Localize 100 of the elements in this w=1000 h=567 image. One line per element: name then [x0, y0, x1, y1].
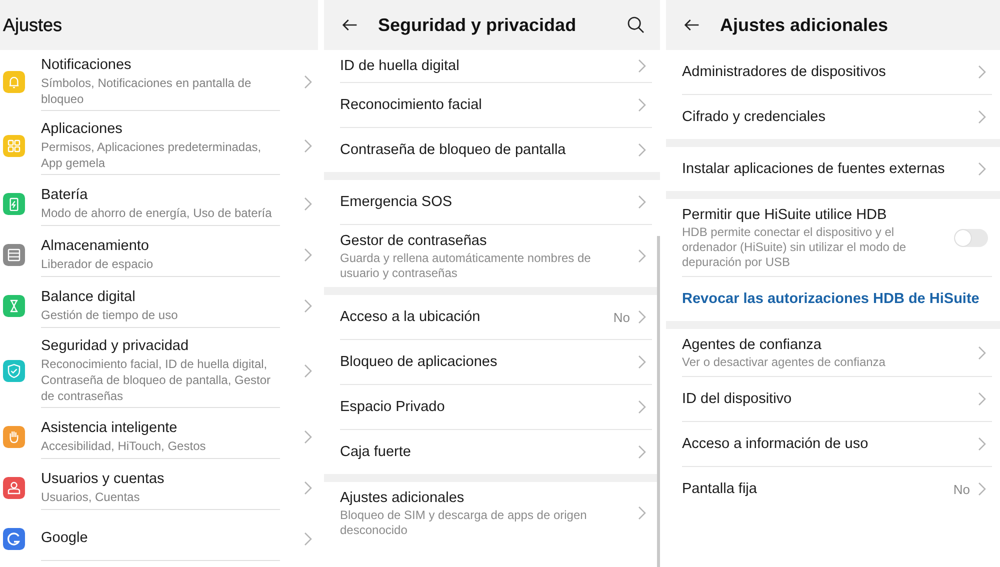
settings-row[interactable]: Reconocimiento facial — [340, 83, 652, 128]
chevron-icon — [638, 143, 646, 157]
item-subtitle: Bloqueo de SIM y descarga de apps de origen desconocido — [340, 508, 588, 538]
chevron-icon — [304, 139, 312, 153]
item-subtitle: Accesibilidad, HiTouch, Gestos — [41, 438, 207, 454]
item-title: Balance digital — [41, 288, 136, 306]
settings-row[interactable]: Acceso a la ubicación No — [340, 295, 652, 340]
item-title: Administradores de dispositivos — [682, 63, 887, 82]
chevron-icon — [638, 400, 646, 414]
item-title: Caja fuerte — [340, 443, 412, 462]
settings-row[interactable]: Google — [41, 516, 280, 561]
settings-row[interactable]: Batería Modo de ahorro de energía, Uso de batería — [41, 181, 280, 226]
item-title: Google — [41, 528, 89, 548]
settings-row[interactable]: Acceso a información de uso — [682, 422, 992, 467]
settings-row[interactable]: Emergencia SOS — [340, 180, 652, 225]
item-subtitle: Modo de ahorro de energía, Uso de batería — [41, 204, 273, 220]
item-subtitle: Símbolos, Notificaciones en pantalla de bloqueo — [41, 75, 252, 107]
chevron-icon — [978, 392, 986, 406]
chevron-icon — [638, 249, 646, 263]
item-title: Acceso a la ubicación — [340, 308, 482, 327]
item-title: Pantalla fija — [682, 480, 758, 499]
item-title: Espacio Privado — [340, 398, 446, 417]
item-subtitle: Liberador de espacio — [41, 256, 154, 272]
item-value: No — [953, 482, 970, 496]
item-title: Reconocimiento facial — [340, 96, 483, 115]
settings-row[interactable]: Seguridad y privacidad Reconocimiento facial, ID de huella digital, Contraseña de bloqueo de pantalla, Gestor de contraseñas — [41, 334, 280, 408]
item-subtitle: Guarda y rellena automáticamente nombres de usuario y contraseñas — [340, 251, 592, 281]
item-title: Agentes de confianza — [682, 336, 822, 355]
chevron-icon — [978, 346, 986, 360]
settings-row[interactable]: Almacenamiento Liberador de espacio — [41, 232, 280, 277]
chevron-icon — [638, 445, 646, 459]
settings-row[interactable]: Agentes de confianza Ver o desactivar agentes de confianza — [682, 329, 992, 377]
item-title: Bloqueo de aplicaciones — [340, 353, 498, 372]
item-title: Instalar aplicaciones de fuentes externas — [682, 160, 946, 179]
item-title: Usuarios y cuentas — [41, 470, 166, 488]
chevron-icon — [304, 480, 312, 494]
settings-row[interactable]: Notificaciones Símbolos, Notificaciones en pantalla de bloqueo — [41, 53, 280, 111]
settings-row[interactable]: Cifrado y credenciales — [682, 95, 992, 139]
chevron-icon — [638, 98, 646, 112]
item-subtitle: Permisos, Aplicaciones predeterminadas, App gemela — [41, 139, 262, 171]
settings-row[interactable]: ID del dispositivo — [682, 377, 992, 422]
item-title: Seguridad y privacidad — [41, 337, 190, 356]
item-subtitle: Usuarios, Cuentas — [41, 488, 141, 504]
chevron-icon — [638, 195, 646, 209]
item-title: ID de huella digital — [340, 57, 460, 76]
chevron-icon — [638, 506, 646, 520]
item-title: Permitir que HiSuite utilice HDB — [682, 206, 888, 225]
chevron-icon — [304, 532, 312, 546]
chevron-icon — [304, 196, 312, 210]
settings-row[interactable]: Ajustes adicionales Bloqueo de SIM y descarga de apps de origen desconocido — [340, 482, 652, 544]
item-title: Contraseña de bloqueo de pantalla — [340, 141, 567, 160]
item-subtitle: Ver o desactivar agentes de confianza — [682, 355, 886, 370]
item-subtitle: Reconocimiento facial, ID de huella digital, Contraseña de bloqueo de pantalla, Gestor de contraseñas — [41, 356, 272, 404]
settings-row[interactable]: Asistencia inteligente Accesibilidad, HiTouch, Gestos — [41, 414, 280, 459]
chevron-icon — [638, 59, 646, 73]
settings-row[interactable]: Gestor de contraseñas Guarda y rellena automáticamente nombres de usuario y contraseñas — [340, 225, 652, 287]
screen-title: Ajustes adicionales — [720, 14, 888, 36]
settings-row[interactable]: Caja fuerte — [340, 430, 652, 474]
chevron-icon — [978, 482, 986, 496]
screen-title: Ajustes — [3, 14, 62, 36]
chevron-icon — [304, 298, 312, 312]
item-title: Gestor de contraseñas — [340, 232, 488, 251]
settings-row[interactable]: Aplicaciones Permisos, Aplicaciones predeterminadas, App gemela — [41, 117, 280, 175]
item-title: ID del dispositivo — [682, 390, 793, 409]
item-subtitle: Gestión de tiempo de uso — [41, 306, 179, 322]
settings-row[interactable]: ID de huella digital — [340, 50, 652, 83]
settings-row[interactable]: Balance digital Gestión de tiempo de uso — [41, 283, 280, 328]
item-title: Batería — [41, 186, 89, 204]
settings-row[interactable]: Usuarios y cuentas Usuarios, Cuentas — [41, 465, 280, 510]
item-title: Emergencia SOS — [340, 193, 454, 212]
settings-row[interactable]: Revocar las autorizaciones HDB de HiSuite — [682, 277, 992, 321]
item-title: Almacenamiento — [41, 236, 150, 256]
settings-row[interactable]: Instalar aplicaciones de fuentes externas — [682, 147, 992, 191]
chevron-icon — [978, 65, 986, 79]
link[interactable]: Revocar las autorizaciones HDB de HiSuite — [682, 289, 992, 309]
item-title: Notificaciones — [41, 56, 132, 75]
chevron-icon — [304, 364, 312, 378]
item-title: Cifrado y credenciales — [682, 108, 826, 127]
settings-row[interactable]: Administradores de dispositivos — [682, 50, 992, 95]
settings-row[interactable]: Espacio Privado — [340, 385, 652, 430]
item-title: Ajustes adicionales — [340, 489, 466, 508]
settings-row[interactable]: Bloqueo de aplicaciones — [340, 340, 652, 385]
item-subtitle: HDB permite conectar el dispositivo y el ordenador (HiSuite) sin utilizar el modo de depuración por USB — [682, 225, 908, 270]
search-icon[interactable] — [626, 15, 646, 35]
chevron-icon — [638, 310, 646, 324]
chevron-icon — [978, 110, 986, 124]
item-title: Acceso a información de uso — [682, 435, 870, 454]
screen-title: Seguridad y privacidad — [378, 14, 576, 36]
chevron-icon — [978, 162, 986, 176]
settings-row[interactable]: Pantalla fija No — [682, 467, 992, 511]
item-title: Aplicaciones — [41, 120, 124, 139]
chevron-icon — [978, 437, 986, 451]
item-title: Asistencia inteligente — [41, 418, 178, 438]
chevron-icon — [304, 248, 312, 262]
item-value: No — [613, 310, 630, 324]
toggle-switch[interactable] — [954, 228, 988, 246]
settings-row[interactable]: Permitir que HiSuite utilice HDB HDB permite conectar el dispositivo y el ordenador (HiSuite) sin utilizar el modo de depuración por USB — [682, 199, 992, 277]
chevron-icon — [304, 430, 312, 444]
chevron-icon — [304, 75, 312, 89]
settings-row[interactable]: Contraseña de bloqueo de pantalla — [340, 128, 652, 172]
